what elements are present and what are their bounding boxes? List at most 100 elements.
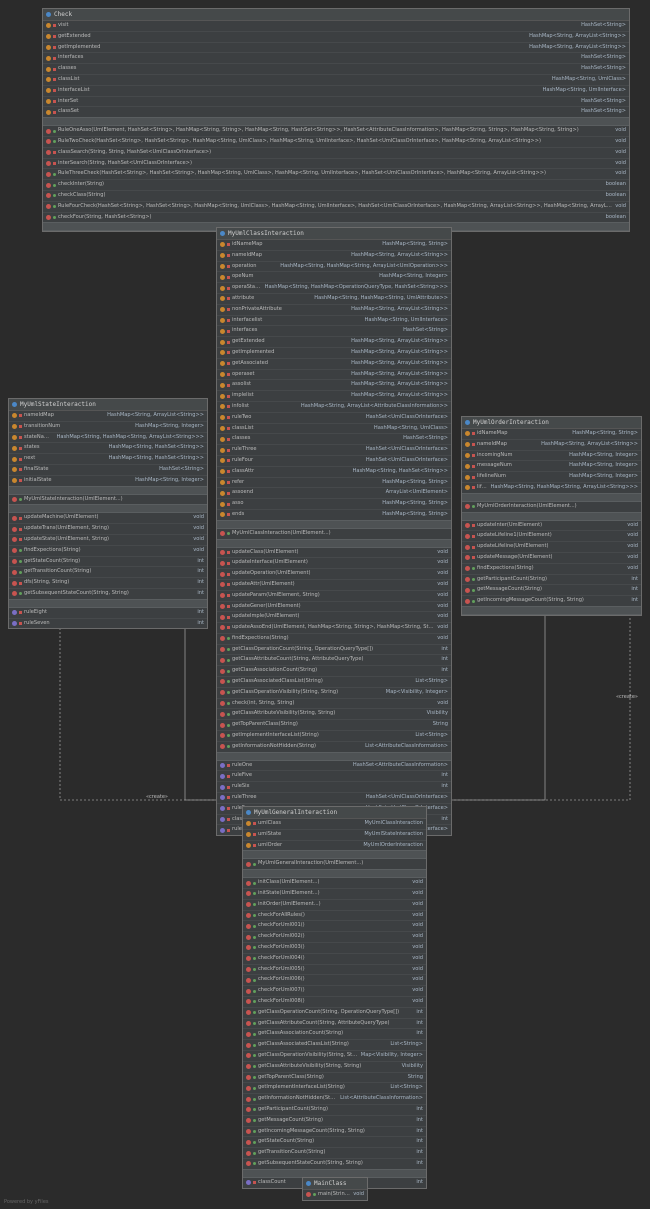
property-row[interactable]: ruleFive int [217, 770, 451, 781]
method-row[interactable]: updateGener(UmlElement) void [217, 600, 451, 612]
field-row[interactable]: ruleFour HashSet<UmlClassOrInterface> [217, 454, 451, 466]
method-row[interactable]: RuleFourCheck(HashSet<String>, HashSet<S… [43, 200, 629, 212]
method-row[interactable]: getClassOperationVisibility(String, Stri… [217, 686, 451, 698]
method-row[interactable]: checkForUml007() void [243, 985, 426, 996]
class-header[interactable]: MyUmlClassInteraction [217, 228, 451, 240]
field-row[interactable]: refer HashMap<String, String> [217, 476, 451, 488]
field-row[interactable]: classSet HashSet<String> [43, 106, 629, 117]
class-header[interactable]: MainClass [303, 1178, 367, 1190]
method-row[interactable]: getMessageCount(String) int [243, 1114, 426, 1126]
method-row[interactable]: updateMachine(UmlElement) void [9, 513, 207, 523]
property-row[interactable]: ruleSeven int [9, 617, 207, 629]
method-row[interactable]: updateLifeline1(UmlElement) void [462, 530, 641, 541]
field-row[interactable]: assoend ArrayList<UmlElement> [217, 487, 451, 498]
field-row[interactable]: operaStates HashMap<String, HashMap<Opera… [217, 282, 451, 293]
method-row[interactable]: updateClass(UmlElement) void [217, 548, 451, 558]
method-row[interactable]: check(int, String, String) void [217, 697, 451, 709]
method-row[interactable]: updateLifeline(UmlElement) void [462, 541, 641, 552]
field-row[interactable]: nameIdMap HashMap<String, ArrayList<Strin… [462, 438, 641, 450]
field-row[interactable]: interSet HashSet<String> [43, 95, 629, 107]
method-row[interactable]: getInformationNotHidden(String) List<Attr… [217, 740, 451, 752]
field-row[interactable]: initialState HashMap<String, Integer> [9, 474, 207, 486]
method-row[interactable]: RuleTwoCheck(HashSet<String>, HashSet<St… [43, 135, 629, 147]
method-row[interactable]: updateAttr(UmlElement) void [217, 578, 451, 590]
method-row[interactable]: updateInterface(UmlElement) void [217, 557, 451, 568]
method-row[interactable]: findExpections(String) void [217, 632, 451, 644]
field-row[interactable]: getAssociated HashMap<String, ArrayList<S… [217, 357, 451, 369]
method-row[interactable]: getClassOperationVisibility(String, Stri… [243, 1049, 426, 1061]
method-row[interactable]: updateParam(UmlElement, String) void [217, 589, 451, 601]
class-mainclass[interactable]: MainClass main(String[])void [302, 1177, 368, 1201]
method-row[interactable]: getClassAttributeCount(String, Attribute… [243, 1017, 426, 1029]
method-row[interactable]: main(String[])void [303, 1190, 367, 1200]
field-row[interactable]: messageNum HashMap<String, Integer> [462, 460, 641, 471]
method-row[interactable]: updateImple(UmlElement) void [217, 611, 451, 622]
method-row[interactable]: updateTrans(UmlElement, String) void [9, 523, 207, 534]
constructor-row[interactable]: MyUmlGeneralInteraction(UmlElement...) [243, 859, 426, 869]
method-row[interactable]: getClassAttributeVisibility(String, Stri… [217, 708, 451, 719]
method-row[interactable]: getClassAssociationCount(String) int [243, 1028, 426, 1039]
field-row[interactable]: interfaces HashSet<String> [217, 325, 451, 336]
field-row[interactable]: ruleThree HashSet<UmlClassOrInterface> [217, 444, 451, 455]
field-row[interactable]: ends HashMap<String, String> [217, 508, 451, 520]
method-row[interactable]: updateInter(UmlElement) void [462, 521, 641, 531]
field-row[interactable]: attribute HashMap<String, HashMap<String,… [217, 292, 451, 304]
method-row[interactable]: getTransitionCount(String) int [9, 566, 207, 577]
class-myumlstateinteraction[interactable]: MyUmlStateInteraction nameIdMap HashMap<St… [8, 398, 208, 630]
field-row[interactable]: stateNameMapHashMap<String, HashMap<Stri… [9, 431, 207, 443]
method-row[interactable]: getImplementInterfaceList(String) List<St… [243, 1082, 426, 1093]
field-row[interactable]: finalState HashSet<String> [9, 463, 207, 475]
field-row[interactable]: states HashMap<String, HashSet<String>> [9, 442, 207, 453]
field-row[interactable]: umlState MyUmlStateInteraction [243, 828, 426, 840]
method-row[interactable]: checkForUml004() void [243, 952, 426, 964]
field-row[interactable]: infolist HashMap<String, ArrayList<Attrib… [217, 400, 451, 412]
method-row[interactable]: getMessageCount(String) int [462, 584, 641, 595]
method-row[interactable]: getParticipantCount(String) int [462, 573, 641, 585]
method-row[interactable]: getTopParentClass(String) String [217, 719, 451, 730]
field-row[interactable]: interfaces HashSet<String> [43, 52, 629, 63]
class-myumlgeneralinteraction[interactable]: MyUmlGeneralInteraction umlClass MyUmlClas… [242, 806, 427, 1189]
field-row[interactable]: classAttr HashMap<String, HashSet<String>… [217, 465, 451, 477]
field-row[interactable]: getExtended HashMap<String, ArrayList<Str… [217, 336, 451, 347]
field-row[interactable]: interfaceList HashMap<String, UmlInterfac… [43, 84, 629, 96]
field-row[interactable]: idNameMap HashMap<String, String> [217, 240, 451, 250]
method-row[interactable]: updateOperation(UmlElement) void [217, 568, 451, 579]
method-row[interactable]: getStateCount(String) int [243, 1136, 426, 1147]
method-row[interactable]: updateAssoEnd(UmlElement, HashMap<String… [217, 622, 451, 633]
method-row[interactable]: RuleOneAsso(UmlElement, HashSet<String>,… [43, 126, 629, 136]
method-row[interactable]: classSearch(String, String, HashSet<UmlC… [43, 146, 629, 158]
method-row[interactable]: updateMessage(UmlElement) void [462, 551, 641, 563]
method-row[interactable]: findExpections(String) void [9, 544, 207, 556]
method-row[interactable]: updateState(UmlElement, String) void [9, 533, 207, 545]
field-row[interactable]: classList HashMap<String, UmlClass> [217, 422, 451, 434]
constructor-row[interactable]: MyUmlStateInteraction(UmlElement...) [9, 495, 207, 505]
method-row[interactable]: checkForAllRules() void [243, 909, 426, 921]
field-row[interactable]: operation HashMap<String, HashMap<String,… [217, 260, 451, 272]
class-header[interactable]: MyUmlOrderInteraction [462, 417, 641, 429]
class-header[interactable]: Check [43, 9, 629, 21]
method-row[interactable]: checkForUml005() void [243, 963, 426, 975]
field-row[interactable]: next HashMap<String, HashSet<String>> [9, 453, 207, 464]
field-row[interactable]: nonPrivateAttribute HashMap<String, Array… [217, 303, 451, 315]
method-row[interactable]: getIncomingMessageCount(String, String) i… [462, 595, 641, 606]
method-row[interactable]: getClassOperationCount(String, Operation… [217, 643, 451, 655]
field-row[interactable]: operaset HashMap<String, ArrayList<String… [217, 368, 451, 380]
class-myumlorderinteraction[interactable]: MyUmlOrderInteraction idNameMap HashMap<St… [461, 416, 642, 616]
method-row[interactable]: getInformationNotHidden(String) List<Attr… [243, 1093, 426, 1104]
class-header[interactable]: MyUmlStateInteraction [9, 399, 207, 411]
field-row[interactable]: incomingNum HashMap<String, Integer> [462, 449, 641, 461]
class-myumlclassinteraction[interactable]: MyUmlClassInteraction idNameMap HashMap<St… [216, 227, 452, 837]
method-row[interactable]: getClassAssociatedClassList(String) List<… [217, 676, 451, 687]
field-row[interactable]: umlOrder MyUmlOrderInteraction [243, 839, 426, 851]
method-row[interactable]: getClassAssociatedClassList(String) List<… [243, 1039, 426, 1050]
field-row[interactable]: classes HashSet<String> [43, 63, 629, 74]
method-row[interactable]: getClassOperationCount(String, Operation… [243, 1006, 426, 1018]
method-row[interactable]: initOrder(UmlElement...) void [243, 898, 426, 910]
field-row[interactable]: opeNum HashMap<String, Integer> [217, 271, 451, 282]
method-row[interactable]: initState(UmlElement...) void [243, 887, 426, 899]
field-row[interactable]: classes HashSet<String> [217, 433, 451, 444]
method-row[interactable]: checkForUml008() void [243, 995, 426, 1007]
method-row[interactable]: dfs(String, String) int [9, 577, 207, 588]
method-row[interactable]: getClassAssociationCount(String) int [217, 665, 451, 676]
property-row[interactable]: ruleOne HashSet<AttributeClassInformation… [217, 761, 451, 771]
